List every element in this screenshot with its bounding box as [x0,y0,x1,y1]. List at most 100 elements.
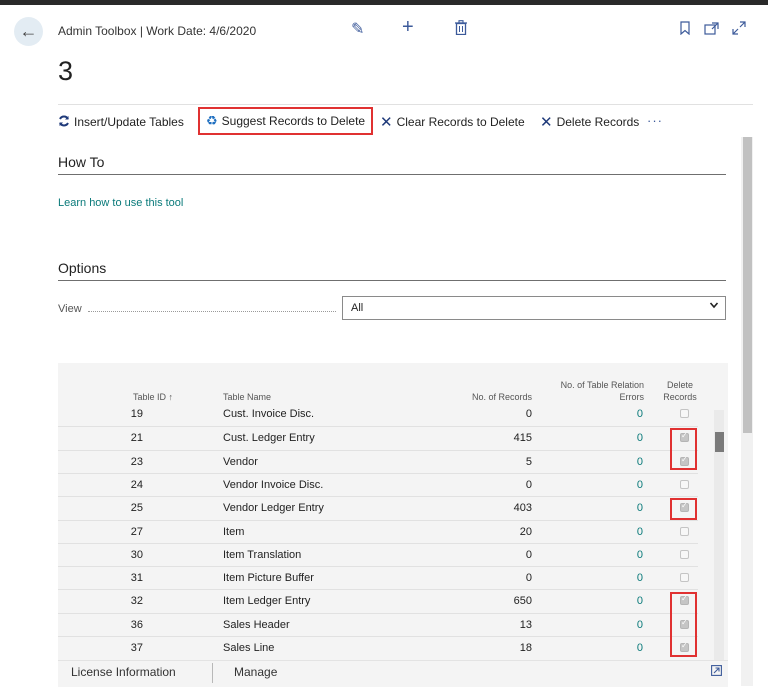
suggest-records-to-delete-button[interactable]: ♻ Suggest Records to Delete [198,107,374,135]
col-header-relation-errors[interactable]: No. of Table Relation Errors [561,379,644,403]
no-of-records-cell: 0 [525,572,532,585]
view-label: View [58,303,82,315]
no-of-records-cell: 0 [525,408,532,420]
relation-errors-cell[interactable]: 0 [637,456,643,468]
delete-records-checkbox[interactable] [680,479,689,489]
table-row[interactable]: 24 Vendor Invoice Disc. 0 0 [58,472,698,497]
how-to-section-title[interactable]: How To [58,154,104,170]
relation-errors-cell[interactable]: 0 [637,526,643,538]
relation-errors-cell[interactable]: 0 [637,595,643,607]
page-caption: Admin Toolbox | Work Date: 4/6/2020 [58,24,257,38]
table-id-cell: 23 [130,455,143,468]
suggest-records-to-delete-label: Suggest Records to Delete [221,114,366,128]
clear-records-to-delete-button[interactable]: ✕ Clear Records to Delete [380,111,525,133]
no-of-records-cell: 0 [525,478,532,491]
table-name-cell: Item [223,525,245,538]
bookmark-icon[interactable] [680,20,690,40]
table-name-cell: Sales Line [223,642,275,654]
grid-scrollbar-thumb[interactable] [715,432,724,452]
table-row[interactable]: 37 Sales Line 18 0 [58,636,698,660]
back-button[interactable]: ← [14,17,43,46]
add-plus-icon[interactable]: + [402,17,414,37]
no-of-records-cell: 18 [519,642,532,654]
table-row[interactable]: 36 Sales Header 13 0 [58,612,698,637]
options-section-title[interactable]: Options [58,260,106,276]
delete-records-checkbox[interactable] [680,573,689,583]
view-select[interactable]: All [342,296,726,320]
table-id-cell: 27 [130,525,143,538]
table-row[interactable]: 32 Item Ledger Entry 650 0 [58,589,698,613]
view-select-value: All [351,302,364,314]
edit-pencil-icon[interactable]: ✎ [351,20,364,40]
table-row[interactable]: 19 Cust. Invoice Disc. 0 0 [58,403,698,426]
relation-errors-cell[interactable]: 0 [637,502,643,514]
table-id-cell: 30 [130,548,143,561]
relation-errors-cell[interactable]: 0 [637,432,643,444]
factbox-tabs: License Information Manage [58,660,728,687]
delete-records-checkbox[interactable] [680,409,689,418]
page-scrollbar-thumb[interactable] [743,137,752,433]
how-to-divider [58,174,726,175]
open-factbox-icon[interactable] [711,665,722,679]
highlight-box-rows-32-37 [670,592,697,657]
no-of-records-cell: 20 [519,525,532,538]
col-header-delete-line2: Records [663,392,697,402]
table-row[interactable]: 23 Vendor 5 0 [58,449,698,474]
table-row[interactable]: 21 Cust. Ledger Entry 415 0 [58,426,698,450]
insert-update-tables-label: Insert/Update Tables [74,115,184,129]
action-bar: Insert/Update Tables ♻ Suggest Records t… [58,104,753,138]
table-id-cell: 36 [130,618,143,631]
highlight-box-rows-21-23 [670,428,697,470]
table-name-cell: Cust. Ledger Entry [223,432,315,445]
close-icon: ✕ [380,114,393,131]
open-new-window-icon[interactable] [704,20,719,40]
no-of-records-cell: 415 [513,432,532,445]
relation-errors-cell[interactable]: 0 [637,572,643,584]
arrow-left-icon: ← [19,21,38,41]
col-header-table-name[interactable]: Table Name [223,391,271,403]
table-row[interactable]: 25 Vendor Ledger Entry 403 0 [58,496,698,520]
options-divider [58,280,726,281]
table-id-cell: 19 [130,408,143,420]
tab-manage[interactable]: Manage [234,665,277,679]
table-name-cell: Sales Header [223,618,290,631]
relation-errors-cell[interactable]: 0 [637,549,643,561]
col-header-no-records[interactable]: No. of Records [472,391,532,403]
recycle-icon: ♻ [206,113,218,128]
table-name-cell: Item Picture Buffer [223,572,314,585]
col-header-delete-records[interactable]: Delete Records [660,379,700,403]
no-of-records-cell: 650 [513,595,532,608]
relation-errors-cell[interactable]: 0 [637,408,643,420]
delete-records-button[interactable]: ✕ Delete Records [540,111,639,133]
table-name-cell: Vendor Ledger Entry [223,502,324,515]
relation-errors-cell[interactable]: 0 [637,619,643,631]
page-title: 3 [58,56,74,86]
col-header-relation-errors-line2: Errors [619,392,645,402]
learn-how-link[interactable]: Learn how to use this tool [58,197,183,209]
tab-separator [212,663,213,683]
chevron-down-icon [709,300,719,313]
table-row[interactable]: 30 Item Translation 0 0 [58,542,698,567]
delete-trash-icon[interactable] [455,20,467,41]
delete-records-checkbox[interactable] [680,526,689,536]
table-row[interactable]: 27 Item 20 0 [58,519,698,544]
table-name-cell: Vendor Invoice Disc. [223,478,324,491]
delete-records-checkbox[interactable] [680,549,689,559]
expand-icon[interactable] [732,20,746,40]
records-grid: Table ID ↑ Table Name No. of Records No.… [58,363,728,663]
relation-errors-cell[interactable]: 0 [637,479,643,491]
table-id-cell: 31 [130,572,143,585]
close-icon: ✕ [540,114,553,131]
highlight-box-row-25 [670,498,697,520]
table-id-cell: 25 [130,502,143,515]
table-row[interactable]: 31 Item Picture Buffer 0 0 [58,566,698,590]
tab-license-information[interactable]: License Information [71,665,176,679]
no-of-records-cell: 403 [513,502,532,515]
relation-errors-cell[interactable]: 0 [637,642,643,654]
insert-update-tables-button[interactable]: Insert/Update Tables [58,111,184,133]
more-options-button[interactable]: ··· [647,113,663,128]
refresh-icon [58,115,70,130]
col-header-relation-errors-line1: No. of Table Relation [560,380,644,390]
table-id-cell: 32 [130,595,143,608]
col-header-table-id[interactable]: Table ID ↑ [133,391,173,403]
